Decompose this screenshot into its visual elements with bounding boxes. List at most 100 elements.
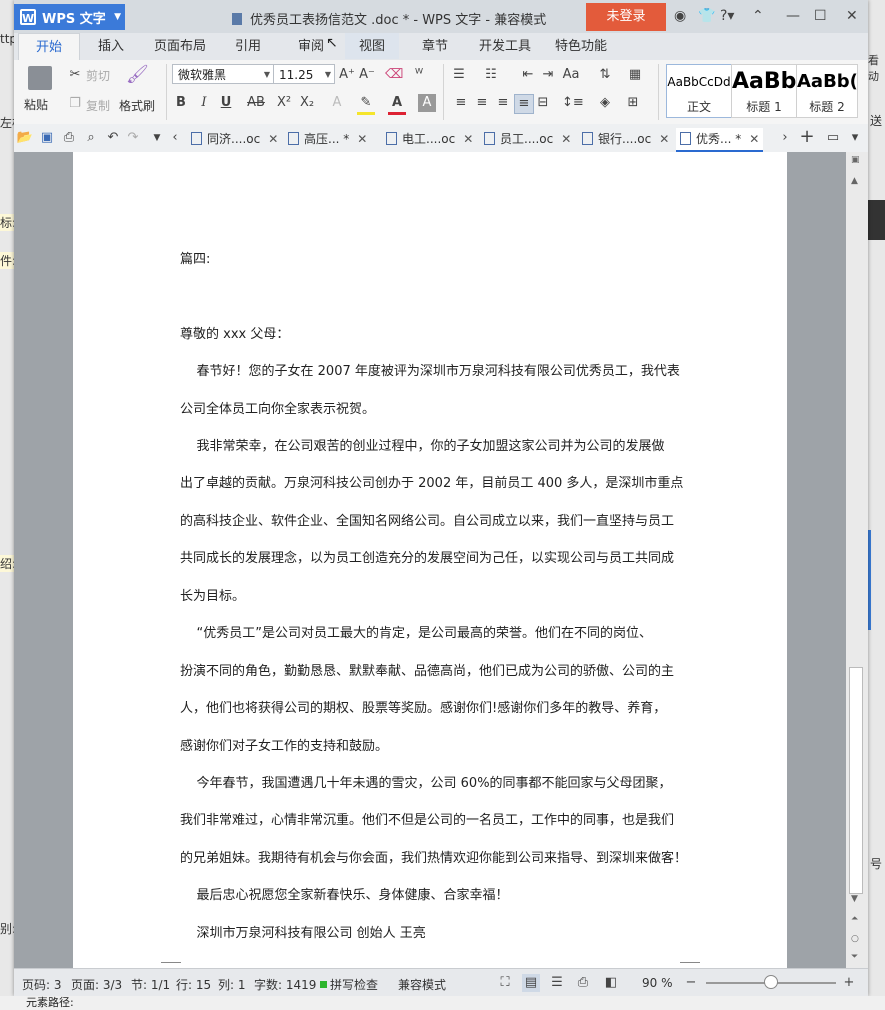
doc-tab[interactable]: 银行....oc ✕ [582,128,669,150]
browse-object-icon[interactable]: ○ [851,934,859,944]
distributed-icon[interactable]: ⊟ [534,94,552,112]
status-page[interactable]: 页码: 3 [22,976,62,993]
decrease-indent-icon[interactable]: ⇤ [519,66,537,84]
wps-menu-button[interactable]: W WPS 文字 ▼ [14,4,125,30]
chevron-down-icon[interactable]: ▼ [148,129,166,147]
change-case-icon[interactable]: Aa [562,66,580,84]
collapse-ribbon-icon[interactable]: ⌃ [752,8,764,24]
page-view-icon[interactable]: ▤ [522,974,540,992]
zoom-out-icon[interactable]: − [682,974,700,992]
font-size-select[interactable]: 11.25 ▼ [273,64,335,84]
doc-tab[interactable]: 同济....oc ✕ [191,128,278,150]
style-normal[interactable]: AaBbCcDd 正文 [666,64,732,118]
italic-button[interactable]: I [195,94,213,112]
close-icon[interactable]: ✕ [659,132,669,146]
undo-icon[interactable]: ↶ [104,129,122,147]
line-spacing-icon[interactable]: ↕≡ [562,94,584,112]
scrollbar-thumb[interactable] [849,667,863,894]
shirt-icon[interactable]: 👕 [698,8,715,24]
paste-button[interactable]: 粘贴 [24,96,48,113]
align-left-icon[interactable]: ≡ [452,94,470,112]
close-icon[interactable]: ✕ [846,8,858,24]
bold-button[interactable]: B [172,94,190,112]
doc-tab[interactable]: 电工....oc ✕ [386,128,473,150]
close-icon[interactable]: ✕ [357,132,367,146]
grow-font-icon[interactable]: A⁺ [338,66,356,84]
scroll-down-icon[interactable]: ▼ [851,894,858,904]
tab-chapter[interactable]: 章节 [422,33,448,59]
table-icon[interactable]: ▦ [626,66,644,84]
sort-icon[interactable]: ⇅ [596,66,614,84]
new-tab-icon[interactable]: + [798,128,816,146]
redo-icon[interactable]: ↷ [124,129,142,147]
zoom-slider-handle[interactable] [764,975,778,989]
spell-check-toggle[interactable]: 拼写检查 [320,976,378,993]
style-heading-2[interactable]: AaBb( 标题 2 [796,64,858,118]
underline-button[interactable]: U [217,94,235,112]
align-center-icon[interactable]: ≡ [473,94,491,112]
tab-developer[interactable]: 开发工具 [479,33,531,59]
zoom-in-icon[interactable]: + [840,974,858,992]
fullscreen-icon[interactable]: ⛶ [496,974,514,992]
style-heading-1[interactable]: AaBb 标题 1 [731,64,797,118]
tab-special[interactable]: 特色功能 [555,33,607,59]
doc-tab-active[interactable]: 优秀... * ✕ [676,128,764,152]
subscript-button[interactable]: X₂ [298,94,316,112]
numbered-list-icon[interactable]: ☷ [482,66,500,84]
chevron-right-icon[interactable]: › [776,129,794,147]
login-button[interactable]: 未登录 [586,3,666,31]
help-icon[interactable]: ?▾ [720,8,734,24]
tab-menu-icon[interactable]: ▾ [846,129,864,147]
increase-indent-icon[interactable]: ⇥ [539,66,557,84]
tab-view[interactable]: 视图 [345,33,399,59]
zoom-level[interactable]: 90 % [642,976,673,990]
tab-page-layout[interactable]: 页面布局 [154,33,206,59]
status-word-count[interactable]: 字数: 1419 [254,976,316,993]
skin-icon[interactable]: ◉ [674,8,686,24]
save-icon[interactable]: ▣ [38,129,56,147]
highlight-icon[interactable]: ✎ [357,94,375,115]
doc-tab[interactable]: 员工....oc ✕ [484,128,571,150]
next-page-icon[interactable]: ⏷ [851,952,858,962]
print-preview-icon[interactable]: ⌕ [82,129,100,147]
close-icon[interactable]: ✕ [749,132,759,146]
format-painter-icon[interactable]: 🖌 [126,66,149,88]
shrink-font-icon[interactable]: A⁻ [358,66,376,84]
copy-icon[interactable]: ❐ [66,95,84,113]
cut-button[interactable]: 剪切 [86,67,110,84]
doc-tab[interactable]: 高压... * ✕ [288,128,367,150]
clear-format-icon[interactable]: ⌫ [385,66,403,84]
tab-references[interactable]: 引用 [235,33,261,59]
document-page[interactable]: 篇四: 尊敬的 xxx 父母： 春节好！您的子女在 2007 年度被评为深圳市万… [73,152,787,968]
text-effect-icon[interactable]: A [328,94,346,112]
superscript-button[interactable]: X² [275,94,293,112]
justify-icon[interactable]: ≡ [514,94,534,114]
tab-home[interactable]: 开始 [18,33,80,60]
bullet-list-icon[interactable]: ☰ [450,66,468,84]
web-view-icon[interactable]: ⎙ [574,974,592,992]
close-icon[interactable]: ✕ [463,132,473,146]
tab-review[interactable]: 审阅 [298,33,324,59]
reading-view-icon[interactable]: ◧ [602,974,620,992]
scissors-icon[interactable]: ✂ [66,66,84,84]
tab-insert[interactable]: 插入 [98,33,124,59]
paste-icon[interactable] [28,66,52,90]
close-icon[interactable]: ✕ [268,132,278,146]
char-shading-icon[interactable]: A [418,94,436,112]
print-icon[interactable]: ⎙ [60,129,78,147]
scroll-up-icon[interactable]: ▲ [851,176,858,186]
vertical-scrollbar[interactable]: ▣ ▲ ▼ ⏶ ○ ⏷ [846,152,868,968]
align-right-icon[interactable]: ≡ [494,94,512,112]
strikethrough-button[interactable]: AB [244,94,268,112]
font-name-select[interactable]: 微软雅黑 ▼ [172,64,274,84]
split-icon[interactable]: ▣ [851,155,860,165]
shading-icon[interactable]: ◈ [596,94,614,112]
prev-page-icon[interactable]: ⏶ [851,914,858,924]
close-icon[interactable]: ✕ [561,132,571,146]
chevron-left-icon[interactable]: ‹ [166,129,184,147]
format-painter-button[interactable]: 格式刷 [119,97,155,114]
open-folder-icon[interactable]: 📂 [16,129,34,147]
minimize-icon[interactable]: — [786,8,800,24]
font-color-icon[interactable]: A [388,94,406,115]
phonetic-guide-icon[interactable]: ᵂ [410,66,428,84]
